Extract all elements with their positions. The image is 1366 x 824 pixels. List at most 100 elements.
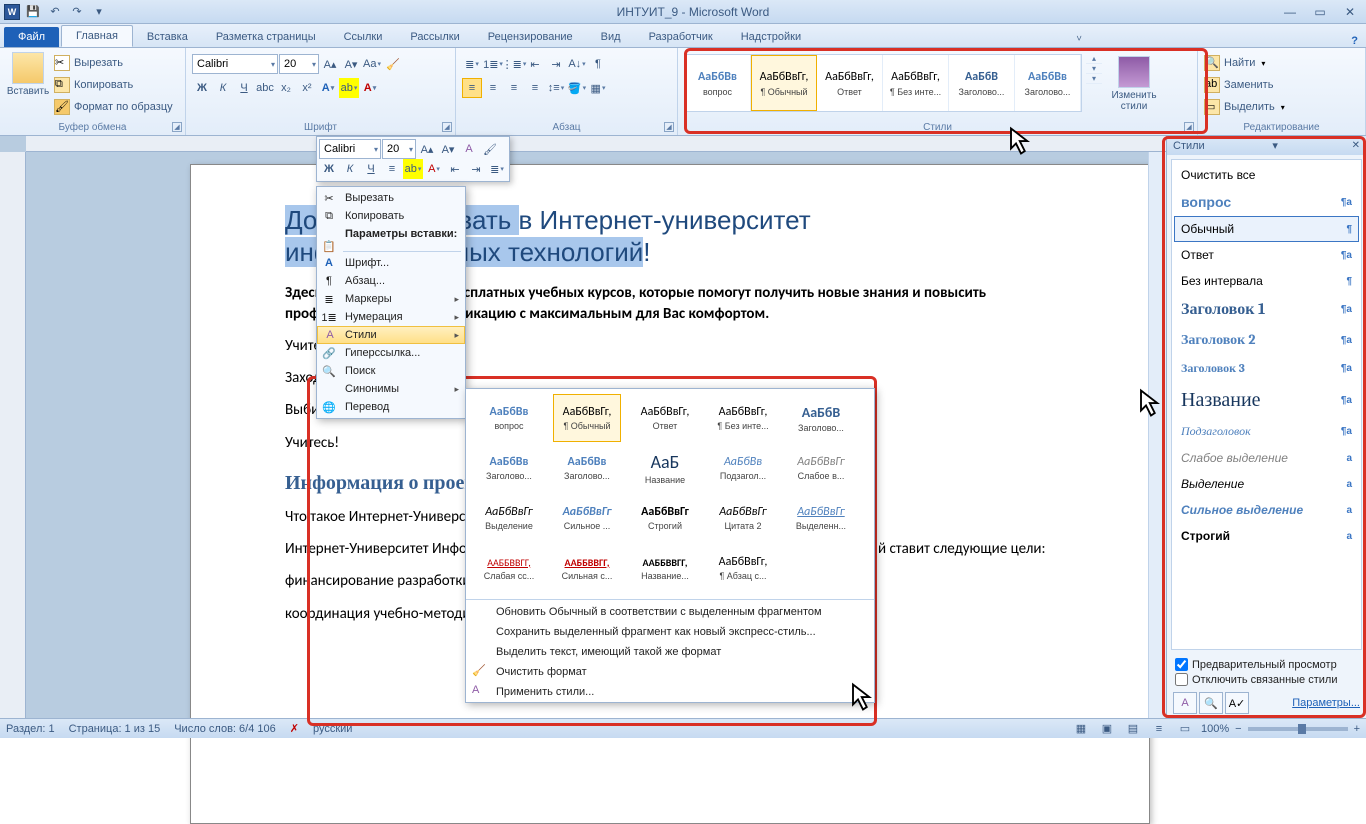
tab-references[interactable]: Ссылки	[330, 27, 397, 47]
submenu-style-tile[interactable]: АаБбВввопрос	[475, 394, 543, 442]
shading-icon[interactable]: 🪣	[567, 78, 587, 98]
tab-developer[interactable]: Разработчик	[635, 27, 727, 47]
paste-button[interactable]: Вставить	[6, 50, 50, 99]
submenu-style-tile[interactable]: АаБбВвГг,¶ Обычный	[553, 394, 621, 442]
styles-pane-row[interactable]: Выделениеa	[1174, 471, 1359, 497]
clear-formatting-icon[interactable]: 🧹	[383, 54, 403, 74]
bullets-icon[interactable]: ≣	[462, 54, 482, 74]
ctx-paste-option[interactable]: 📋	[317, 243, 465, 249]
file-tab[interactable]: Файл	[4, 27, 59, 47]
ctx-styles[interactable]: AСтили▸	[317, 326, 465, 344]
horizontal-ruler[interactable]	[26, 136, 1348, 152]
copy-button[interactable]: ⧉Копировать	[54, 74, 173, 96]
ctx-paragraph[interactable]: ¶Абзац...	[317, 272, 465, 290]
numbering-icon[interactable]: 1≣	[483, 54, 503, 74]
mini-grow-icon[interactable]: A▴	[417, 139, 437, 159]
styles-pane-row[interactable]: Ответ¶a	[1174, 242, 1359, 268]
font-name-combo[interactable]: Calibri▾	[192, 54, 278, 74]
mini-color-icon[interactable]: A	[424, 159, 444, 179]
mini-size-combo[interactable]: 20▾	[382, 139, 416, 159]
submenu-style-tile[interactable]: АаБбВвГгСтрогий	[631, 494, 699, 542]
strike-icon[interactable]: abc	[255, 78, 275, 98]
status-page[interactable]: Страница: 1 из 15	[69, 723, 161, 735]
styles-pane-row[interactable]: Строгийa	[1174, 523, 1359, 549]
styles-pane-row[interactable]: Название¶a	[1174, 382, 1359, 418]
subscript-icon[interactable]: x₂	[276, 78, 296, 98]
manage-styles-button[interactable]: A✓	[1225, 692, 1249, 714]
submenu-select-similar[interactable]: Выделить текст, имеющий такой же формат	[466, 642, 874, 662]
styles-options-link[interactable]: Параметры...	[1292, 697, 1360, 709]
tab-home[interactable]: Главная	[61, 25, 133, 47]
styles-pane-row[interactable]: Слабое выделениеa	[1174, 445, 1359, 471]
ctx-hyperlink[interactable]: 🔗Гиперссылка...	[317, 344, 465, 362]
submenu-style-tile[interactable]: АаБНазвание	[631, 444, 699, 492]
format-painter-button[interactable]: 🖌Формат по образцу	[54, 96, 173, 118]
pane-dropdown-icon[interactable]: ▾	[1272, 139, 1278, 152]
styles-clear-all[interactable]: Очистить все	[1174, 162, 1359, 188]
find-button[interactable]: 🔍Найти▾	[1204, 52, 1265, 74]
styles-pane-row[interactable]: Заголовок 2¶a	[1174, 325, 1359, 355]
paragraph-launcher[interactable]: ◢	[664, 122, 674, 132]
help-icon[interactable]: ?	[1351, 35, 1358, 47]
tab-review[interactable]: Рецензирование	[474, 27, 587, 47]
mini-underline-icon[interactable]: Ч	[361, 159, 381, 179]
line-spacing-icon[interactable]: ↕≡	[546, 78, 566, 98]
mini-highlight-icon[interactable]: ab	[403, 159, 423, 179]
change-styles-button[interactable]: Изменить стили	[1106, 54, 1162, 114]
submenu-style-tile[interactable]: ААББВВГГ,Сильная с...	[553, 544, 621, 592]
submenu-style-tile[interactable]: АаБбВвГгСлабое в...	[787, 444, 855, 492]
styles-pane-row[interactable]: Заголовок 1¶a	[1174, 294, 1359, 325]
submenu-style-tile[interactable]: ААББВВГГ,Название...	[631, 544, 699, 592]
ctx-bullets[interactable]: ≣Маркеры▸	[317, 290, 465, 308]
submenu-style-tile[interactable]: АаБбВвГгСильное ...	[553, 494, 621, 542]
style-tile[interactable]: АаБбВвГг,¶ Без инте...	[883, 55, 949, 111]
ctx-synonyms[interactable]: Синонимы▸	[317, 380, 465, 398]
multilevel-icon[interactable]: ⋮≣	[504, 54, 524, 74]
text-effects-icon[interactable]: A	[318, 78, 338, 98]
new-style-button[interactable]: A	[1173, 692, 1197, 714]
disable-linked-checkbox[interactable]: Отключить связанные стили	[1175, 673, 1358, 686]
italic-icon[interactable]: К	[213, 78, 233, 98]
mini-shrink-icon[interactable]: A▾	[438, 139, 458, 159]
undo-icon[interactable]: ↶	[46, 3, 64, 21]
ctx-font[interactable]: AШрифт...	[317, 254, 465, 272]
tab-insert[interactable]: Вставка	[133, 27, 202, 47]
submenu-update[interactable]: Обновить Обычный в соответствии с выделе…	[466, 602, 874, 622]
mini-indent-icon[interactable]: ⇥	[466, 159, 486, 179]
styles-pane-row[interactable]: Обычный¶	[1174, 216, 1359, 242]
submenu-apply[interactable]: AПрименить стили...	[466, 682, 874, 702]
submenu-style-tile[interactable]: ААББВВГГ,Слабая сс...	[475, 544, 543, 592]
submenu-style-tile[interactable]: АаБбВвГг,¶ Без инте...	[709, 394, 777, 442]
style-tile[interactable]: АаБбВвЗаголово...	[1015, 55, 1081, 111]
font-size-combo[interactable]: 20▾	[279, 54, 319, 74]
preview-checkbox[interactable]: Предварительный просмотр	[1175, 658, 1358, 671]
view-print-icon[interactable]: ▦	[1071, 719, 1091, 739]
mini-italic-icon[interactable]: К	[340, 159, 360, 179]
mini-styles-icon[interactable]: A	[459, 139, 479, 159]
show-marks-icon[interactable]: ¶	[588, 54, 608, 74]
styles-pane-row[interactable]: Сильное выделениеa	[1174, 497, 1359, 523]
tab-page-layout[interactable]: Разметка страницы	[202, 27, 330, 47]
status-section[interactable]: Раздел: 1	[6, 723, 55, 735]
mini-outdent-icon[interactable]: ⇤	[445, 159, 465, 179]
ctx-search[interactable]: 🔍Поиск	[317, 362, 465, 380]
minimize-button[interactable]: ―	[1278, 4, 1302, 20]
submenu-style-tile[interactable]: АаБбВвЗаголово...	[475, 444, 543, 492]
status-language[interactable]: русский	[313, 723, 352, 735]
vertical-ruler[interactable]	[0, 152, 26, 718]
style-tile[interactable]: АаБбВвГг,Ответ	[817, 55, 883, 111]
tab-mailings[interactable]: Рассылки	[396, 27, 473, 47]
style-tile[interactable]: АаБбВЗаголово...	[949, 55, 1015, 111]
align-center-icon[interactable]: ≡	[483, 78, 503, 98]
font-launcher[interactable]: ◢	[442, 122, 452, 132]
zoom-out-icon[interactable]: −	[1235, 723, 1241, 735]
submenu-save-new[interactable]: Сохранить выделенный фрагмент как новый …	[466, 622, 874, 642]
clipboard-launcher[interactable]: ◢	[172, 122, 182, 132]
tab-view[interactable]: Вид	[587, 27, 635, 47]
mini-bullets-icon[interactable]: ≣	[487, 159, 507, 179]
style-inspector-button[interactable]: 🔍	[1199, 692, 1223, 714]
mini-center-icon[interactable]: ≡	[382, 159, 402, 179]
underline-icon[interactable]: Ч	[234, 78, 254, 98]
restore-button[interactable]: ▭	[1308, 4, 1332, 20]
submenu-style-tile[interactable]: АаБбВЗаголово...	[787, 394, 855, 442]
